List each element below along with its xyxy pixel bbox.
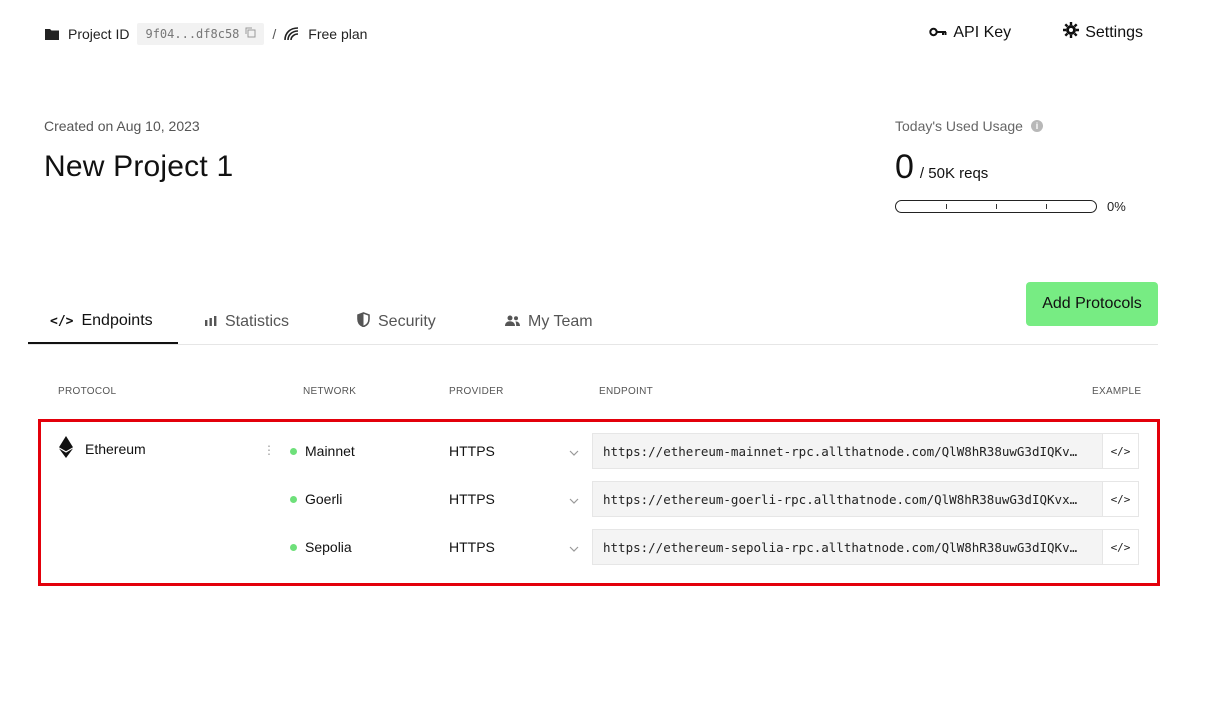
network-cell: Goerli bbox=[290, 491, 342, 507]
breadcrumb-separator: / bbox=[272, 26, 277, 42]
endpoint-field[interactable]: https://ethereum-goerli-rpc.allthatnode.… bbox=[592, 481, 1103, 517]
api-key-label: API Key bbox=[953, 23, 1012, 41]
network-cell: Mainnet bbox=[290, 443, 355, 459]
header-endpoint: ENDPOINT bbox=[599, 386, 654, 397]
progress-tick bbox=[1046, 204, 1047, 209]
usage-label-row: Today's Used Usage i bbox=[895, 118, 1155, 134]
provider-select[interactable]: HTTPS bbox=[449, 443, 579, 459]
example-code-button[interactable]: </> bbox=[1102, 433, 1139, 469]
progress-tick bbox=[946, 204, 947, 209]
breadcrumb: Project ID 9f04...df8c58 / Free plan bbox=[44, 22, 367, 46]
chevron-down-icon bbox=[569, 539, 579, 555]
table-row: Goerli HTTPS https://ethereum-goerli-rpc… bbox=[41, 481, 1157, 517]
page-title: New Project 1 bbox=[44, 150, 234, 183]
network-name: Sepolia bbox=[305, 539, 352, 555]
project-id-chip[interactable]: 9f04...df8c58 bbox=[137, 23, 265, 45]
endpoint-url: https://ethereum-mainnet-rpc.allthatnode… bbox=[603, 443, 1078, 459]
example-code-button[interactable]: </> bbox=[1102, 481, 1139, 517]
created-date: Created on Aug 10, 2023 bbox=[44, 118, 200, 134]
header-provider: PROVIDER bbox=[449, 386, 504, 397]
usage-panel: Today's Used Usage i 0 / 50K reqs 0% bbox=[895, 118, 1155, 214]
folder-icon bbox=[44, 26, 60, 42]
table-row: Mainnet HTTPS https://ethereum-mainnet-r… bbox=[41, 433, 1157, 469]
network-name: Goerli bbox=[305, 491, 343, 507]
tab-label: Security bbox=[378, 313, 436, 330]
usage-limit: / 50K reqs bbox=[919, 165, 989, 182]
usage-progress-bar bbox=[895, 200, 1097, 213]
provider-select[interactable]: HTTPS bbox=[449, 491, 579, 507]
tab-endpoints[interactable]: </> Endpoints bbox=[28, 300, 178, 344]
example-code-button[interactable]: </> bbox=[1102, 529, 1139, 565]
settings-button[interactable]: Settings bbox=[1063, 22, 1143, 43]
provider-value: HTTPS bbox=[449, 443, 495, 459]
usage-count: 0 / 50K reqs bbox=[895, 148, 1155, 187]
code-icon: </> bbox=[50, 313, 74, 329]
chevron-down-icon bbox=[569, 443, 579, 459]
settings-label: Settings bbox=[1085, 23, 1143, 41]
status-dot bbox=[290, 543, 297, 551]
tab-statistics[interactable]: Statistics bbox=[183, 300, 311, 344]
usage-percent: 0% bbox=[1107, 199, 1126, 214]
shield-icon bbox=[357, 312, 370, 332]
provider-select[interactable]: HTTPS bbox=[449, 539, 579, 555]
chevron-down-icon bbox=[569, 491, 579, 507]
key-icon bbox=[929, 24, 947, 42]
status-dot bbox=[290, 447, 297, 455]
project-id-label: Project ID bbox=[68, 26, 130, 42]
endpoint-url: https://ethereum-sepolia-rpc.allthatnode… bbox=[603, 539, 1078, 555]
top-actions: API Key Settings bbox=[929, 22, 1143, 43]
header-example: EXAMPLE bbox=[1092, 386, 1142, 397]
header-network: NETWORK bbox=[303, 386, 357, 397]
info-icon[interactable]: i bbox=[1030, 120, 1043, 132]
provider-value: HTTPS bbox=[449, 491, 495, 507]
project-id-value: 9f04...df8c58 bbox=[145, 27, 240, 41]
copy-icon[interactable] bbox=[245, 27, 256, 41]
table-row: Sepolia HTTPS https://ethereum-sepolia-r… bbox=[41, 529, 1157, 565]
network-name: Mainnet bbox=[305, 443, 355, 459]
api-key-button[interactable]: API Key bbox=[929, 22, 1011, 43]
tab-security[interactable]: Security bbox=[335, 300, 458, 344]
status-dot bbox=[290, 495, 297, 503]
usage-used: 0 bbox=[895, 148, 914, 186]
endpoint-field[interactable]: https://ethereum-sepolia-rpc.allthatnode… bbox=[592, 529, 1103, 565]
gear-icon bbox=[1063, 22, 1080, 43]
provider-value: HTTPS bbox=[449, 539, 495, 555]
tab-label: Endpoints bbox=[81, 312, 153, 329]
header-protocol: PROTOCOL bbox=[58, 386, 117, 397]
add-protocols-button[interactable]: Add Protocols bbox=[1026, 282, 1158, 326]
network-cell: Sepolia bbox=[290, 539, 352, 555]
progress-tick bbox=[996, 204, 997, 209]
usage-label: Today's Used Usage bbox=[895, 118, 1023, 134]
team-icon bbox=[505, 313, 520, 331]
usage-progress-row: 0% bbox=[895, 199, 1155, 214]
endpoint-url: https://ethereum-goerli-rpc.allthatnode.… bbox=[603, 491, 1078, 507]
plan-icon bbox=[284, 26, 300, 42]
endpoint-field[interactable]: https://ethereum-mainnet-rpc.allthatnode… bbox=[592, 433, 1103, 469]
tab-label: My Team bbox=[528, 313, 593, 330]
bar-chart-icon bbox=[205, 313, 217, 331]
endpoints-table: Ethereum ⋮ Mainnet HTTPS https://ethereu… bbox=[38, 419, 1160, 586]
tab-my-team[interactable]: My Team bbox=[483, 300, 615, 344]
plan-label[interactable]: Free plan bbox=[308, 26, 367, 42]
tab-label: Statistics bbox=[225, 313, 290, 330]
tab-bar: </> Endpoints Statistics Security My Tea… bbox=[28, 282, 1158, 345]
